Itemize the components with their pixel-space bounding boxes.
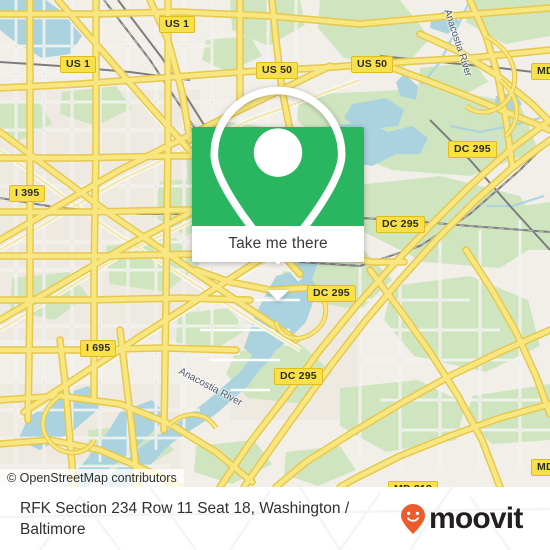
location-callout-card[interactable]: Take me there	[192, 86, 364, 301]
road-shield: MD	[531, 63, 550, 80]
footer-content: RFK Section 234 Row 11 Seat 18, Washingt…	[0, 487, 550, 550]
footer-bar: RFK Section 234 Row 11 Seat 18, Washingt…	[0, 487, 550, 550]
road-shield: I 395	[9, 185, 46, 202]
map-pin-icon	[210, 86, 346, 265]
road-shield: DC 295	[376, 216, 425, 233]
osm-attribution[interactable]: © OpenStreetMap contributors	[0, 469, 184, 487]
callout-icon-panel	[192, 86, 364, 265]
callout-action-label: Take me there	[228, 235, 328, 252]
moovit-wordmark: moovit	[429, 501, 523, 535]
road-shield: I 695	[80, 340, 117, 357]
page-title: RFK Section 234 Row 11 Seat 18, Washingt…	[20, 499, 350, 538]
map-canvas[interactable]: US 1 US 1 US 50 US 50 MD DC 295 DC 295 I 395 DC …	[0, 0, 550, 487]
callout-pointer-tail	[267, 290, 289, 301]
road-shield: US 1	[159, 16, 196, 33]
road-shield: DC 295	[448, 141, 497, 158]
moovit-smiley-pin-icon	[401, 503, 425, 534]
screenshot-root: US 1 US 1 US 50 US 50 MD DC 295 DC 295 I 395 DC …	[0, 0, 550, 550]
road-shield: MD	[531, 459, 550, 476]
moovit-brand[interactable]: moovit	[400, 503, 523, 535]
road-shield: US 1	[60, 56, 97, 73]
